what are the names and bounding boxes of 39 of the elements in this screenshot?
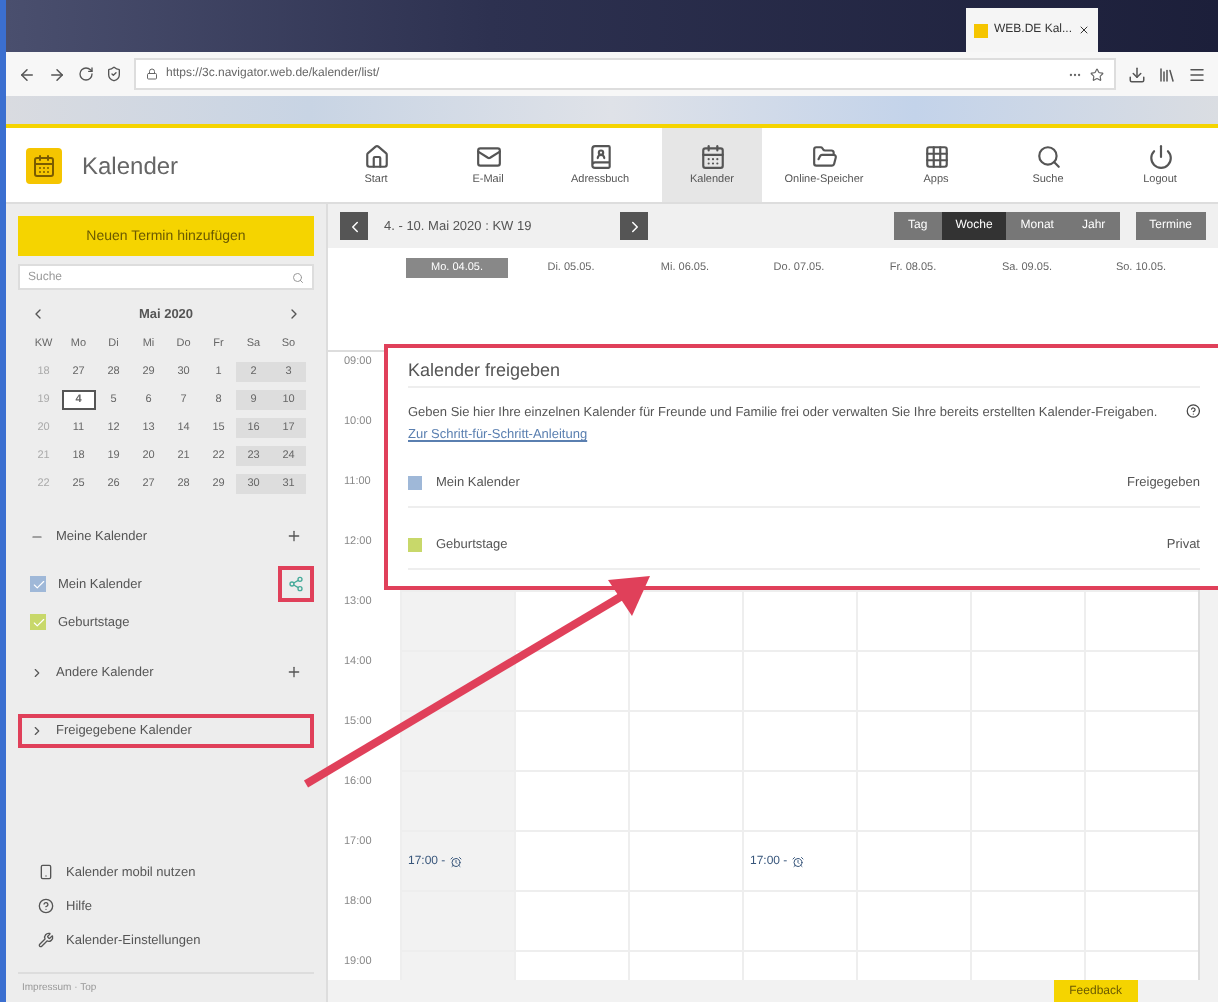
power-icon xyxy=(1147,144,1173,170)
add-icon[interactable] xyxy=(286,528,302,544)
close-icon[interactable] xyxy=(1078,24,1090,36)
add-icon[interactable] xyxy=(286,664,302,680)
menu-icon[interactable] xyxy=(1188,65,1206,83)
alarm-clock-icon xyxy=(791,855,804,867)
star-icon[interactable] xyxy=(1090,67,1104,81)
reload-icon[interactable] xyxy=(78,66,94,82)
library-icon[interactable] xyxy=(1158,65,1176,83)
grid-icon xyxy=(923,144,949,170)
wrench-icon xyxy=(38,932,54,948)
home-icon xyxy=(363,144,389,170)
checkbox[interactable] xyxy=(30,576,46,592)
dialog-title: Kalender freigeben xyxy=(408,360,1200,388)
back-icon[interactable] xyxy=(18,65,36,83)
help-icon[interactable] xyxy=(1185,402,1200,420)
logo-icon xyxy=(26,147,62,183)
help-icon xyxy=(38,898,54,914)
expand-icon xyxy=(30,665,44,679)
checkbox[interactable] xyxy=(30,614,46,630)
next-week-button[interactable] xyxy=(620,212,648,240)
expand-icon xyxy=(30,724,44,738)
alarm-clock-icon xyxy=(449,855,462,867)
search-icon[interactable] xyxy=(292,271,304,283)
folder-icon xyxy=(811,144,837,170)
phone-icon xyxy=(38,864,54,880)
forward-icon[interactable] xyxy=(48,65,66,83)
app-title: Kalender xyxy=(82,151,179,179)
search-icon xyxy=(1035,144,1061,170)
share-icon[interactable] xyxy=(278,566,314,602)
download-icon[interactable] xyxy=(1128,65,1146,83)
lock-icon xyxy=(146,68,158,80)
time-slot[interactable] xyxy=(400,712,514,772)
calendar-icon xyxy=(699,144,725,170)
address-book-icon xyxy=(587,144,613,170)
previous-month-icon[interactable] xyxy=(30,306,46,322)
shield-icon xyxy=(106,66,122,82)
previous-week-button[interactable] xyxy=(340,212,368,240)
mail-icon xyxy=(475,144,501,170)
